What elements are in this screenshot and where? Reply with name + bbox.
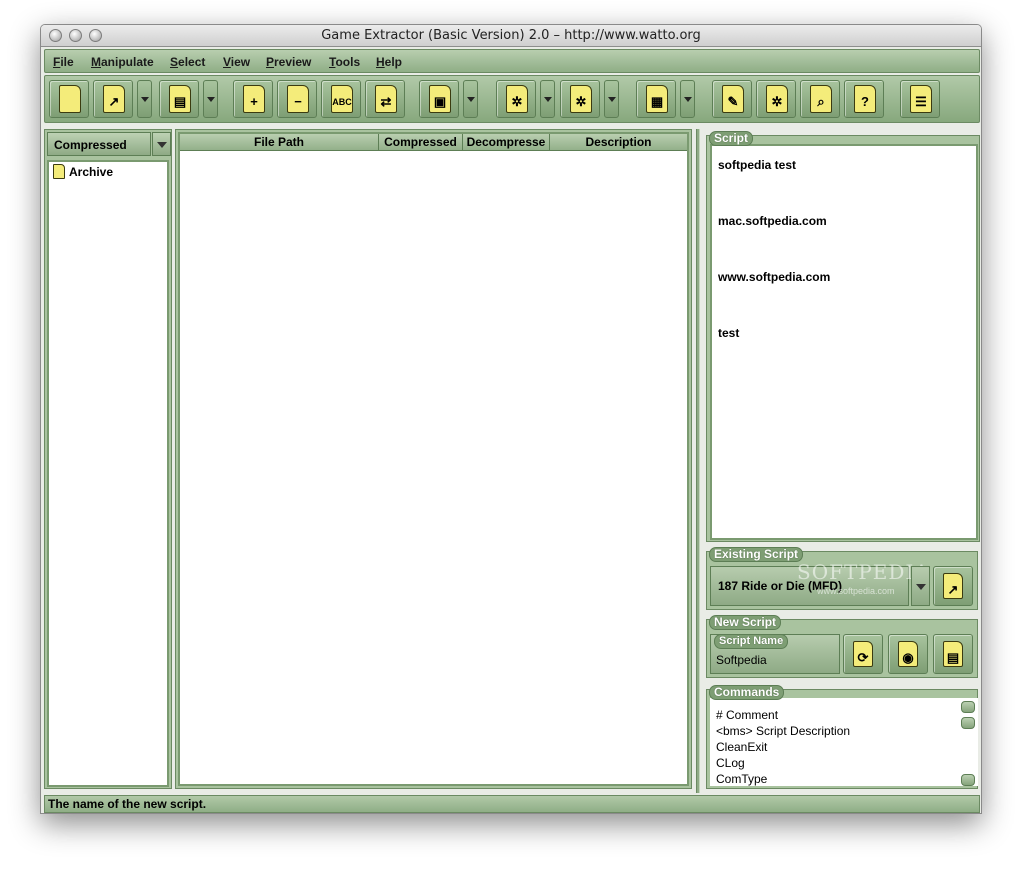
- table-view-dropdown-button[interactable]: [680, 80, 695, 118]
- commands-group: # Comment <bms> Script Description Clean…: [706, 685, 978, 789]
- extract-all-dropdown-button[interactable]: [604, 80, 619, 118]
- script-editor[interactable]: softpedia test mac.softpedia.com www.sof…: [710, 144, 978, 540]
- scroll-down-button[interactable]: [961, 774, 975, 786]
- menu-help[interactable]: Help: [376, 55, 402, 69]
- export-files-button[interactable]: ▣: [419, 80, 459, 118]
- write-script-button[interactable]: ✎: [712, 80, 752, 118]
- column-header-description[interactable]: Description: [550, 134, 687, 151]
- menu-file[interactable]: File: [53, 55, 74, 69]
- script-group-label: Script: [709, 131, 754, 146]
- folder-icon: [53, 164, 65, 179]
- existing-script-label: Existing Script: [709, 547, 804, 562]
- remove-files-button[interactable]: −: [277, 80, 317, 118]
- file-list-panel: File Path Compressed Decompresse Descrip…: [175, 129, 692, 789]
- rename-files-button[interactable]: ABC: [321, 80, 361, 118]
- existing-script-dropdown-button[interactable]: [911, 566, 930, 606]
- save-archive-dropdown-button[interactable]: [203, 80, 218, 118]
- commands-list[interactable]: # Comment <bms> Script Description Clean…: [710, 698, 978, 786]
- options-icon: ☰: [910, 85, 932, 113]
- extract-selected-icon: ✲: [506, 85, 528, 113]
- search-icon: ⌕: [810, 85, 832, 113]
- scroll-up-button[interactable]: [961, 701, 975, 713]
- menu-select[interactable]: Select: [170, 55, 205, 69]
- commands-label: Commands: [709, 685, 785, 700]
- plugins-button[interactable]: ✲: [756, 80, 796, 118]
- table-view-icon: ▦: [646, 85, 668, 113]
- app-window: Game Extractor (Basic Version) 2.0 – htt…: [40, 24, 982, 814]
- open-script-icon: ↗: [943, 573, 963, 599]
- command-item[interactable]: ComType: [716, 772, 767, 786]
- export-files-icon: ▣: [429, 85, 451, 113]
- script-line: www.softpedia.com: [718, 270, 831, 284]
- script-line: test: [718, 326, 740, 340]
- save-archive-icon: ▤: [169, 85, 191, 113]
- load-script-button[interactable]: ↗: [933, 566, 973, 606]
- new-script-label: New Script: [709, 615, 782, 630]
- window-title: Game Extractor (Basic Version) 2.0 – htt…: [321, 28, 701, 43]
- script-name-label: Script Name: [714, 634, 789, 649]
- export-files-dropdown-button[interactable]: [463, 80, 478, 118]
- archive-tree[interactable]: Archive: [47, 160, 169, 787]
- existing-script-value: 187 Ride or Die (MFD): [718, 579, 843, 593]
- tree-item-label: Archive: [69, 165, 114, 179]
- menu-preview[interactable]: Preview: [266, 55, 311, 69]
- command-item[interactable]: <bms> Script Description: [716, 724, 850, 738]
- save-archive-button[interactable]: ▤: [159, 80, 199, 118]
- save-script-icon: ▤: [943, 641, 963, 667]
- scrollbar-thumb[interactable]: [961, 717, 975, 729]
- extract-all-button[interactable]: ✲: [560, 80, 600, 118]
- extract-all-icon: ✲: [570, 85, 592, 113]
- new-archive-button[interactable]: [49, 80, 89, 118]
- archive-tree-panel: Compressed Archive: [44, 129, 172, 789]
- existing-script-group: 187 Ride or Die (MFD) SOFTPEDIA www.soft…: [706, 547, 978, 610]
- plugins-icon: ✲: [766, 85, 788, 113]
- column-header-compressed[interactable]: Compressed: [379, 134, 463, 151]
- existing-script-select[interactable]: 187 Ride or Die (MFD): [710, 566, 909, 606]
- search-button[interactable]: ⌕: [800, 80, 840, 118]
- command-item[interactable]: CleanExit: [716, 740, 767, 754]
- menu-tools[interactable]: Tools: [329, 55, 360, 69]
- extract-selected-dropdown-button[interactable]: [540, 80, 555, 118]
- help-button[interactable]: ?: [844, 80, 884, 118]
- title-bar: Game Extractor (Basic Version) 2.0 – htt…: [41, 25, 981, 47]
- help-icon: ?: [854, 85, 876, 113]
- new-archive-icon: [59, 85, 81, 113]
- options-button[interactable]: ☰: [900, 80, 940, 118]
- remove-files-icon: −: [287, 85, 309, 113]
- panel-splitter[interactable]: [696, 129, 700, 793]
- view-mode-select[interactable]: Compressed: [47, 132, 151, 156]
- add-files-icon: +: [243, 85, 265, 113]
- column-header-file-path[interactable]: File Path: [180, 134, 379, 151]
- script-line: mac.softpedia.com: [718, 214, 827, 228]
- command-item[interactable]: CLog: [716, 756, 745, 770]
- view-mode-dropdown-button[interactable]: [152, 132, 171, 156]
- file-table[interactable]: File Path Compressed Decompresse Descrip…: [178, 132, 689, 786]
- column-header-decompressed[interactable]: Decompresse: [463, 134, 550, 151]
- new-script-group: Softpedia Script Name ⟳ ◉ ▤ New Script: [706, 615, 978, 678]
- script-line: softpedia test: [718, 158, 797, 172]
- tree-item-archive[interactable]: Archive: [53, 164, 113, 179]
- save-script-button[interactable]: ▤: [933, 634, 973, 674]
- menu-view[interactable]: View: [223, 55, 250, 69]
- status-bar: The name of the new script.: [44, 795, 980, 813]
- rename-files-icon: ABC: [331, 85, 353, 113]
- write-script-icon: ✎: [722, 85, 744, 113]
- analyze-script-icon: ◉: [898, 641, 918, 667]
- menu-bar: File Manipulate Select View Preview Tools Help: [44, 49, 980, 73]
- toolbar: ↗ ▤ + − ABC ⇄ ▣ ✲ ✲ ▦ ✎ ✲ ⌕? ☰: [44, 75, 980, 123]
- table-view-button[interactable]: ▦: [636, 80, 676, 118]
- open-archive-icon: ↗: [103, 85, 125, 113]
- script-group: softpedia test mac.softpedia.com www.sof…: [706, 131, 980, 542]
- analyze-script-button[interactable]: ◉: [888, 634, 928, 674]
- verify-script-icon: ⟳: [853, 641, 873, 667]
- open-archive-dropdown-button[interactable]: [137, 80, 152, 118]
- add-files-button[interactable]: +: [233, 80, 273, 118]
- replace-files-icon: ⇄: [375, 85, 397, 113]
- open-archive-button[interactable]: ↗: [93, 80, 133, 118]
- replace-files-button[interactable]: ⇄: [365, 80, 405, 118]
- verify-script-button[interactable]: ⟳: [843, 634, 883, 674]
- extract-selected-button[interactable]: ✲: [496, 80, 536, 118]
- menu-manipulate[interactable]: Manipulate: [91, 55, 154, 69]
- command-item[interactable]: # Comment: [716, 708, 778, 722]
